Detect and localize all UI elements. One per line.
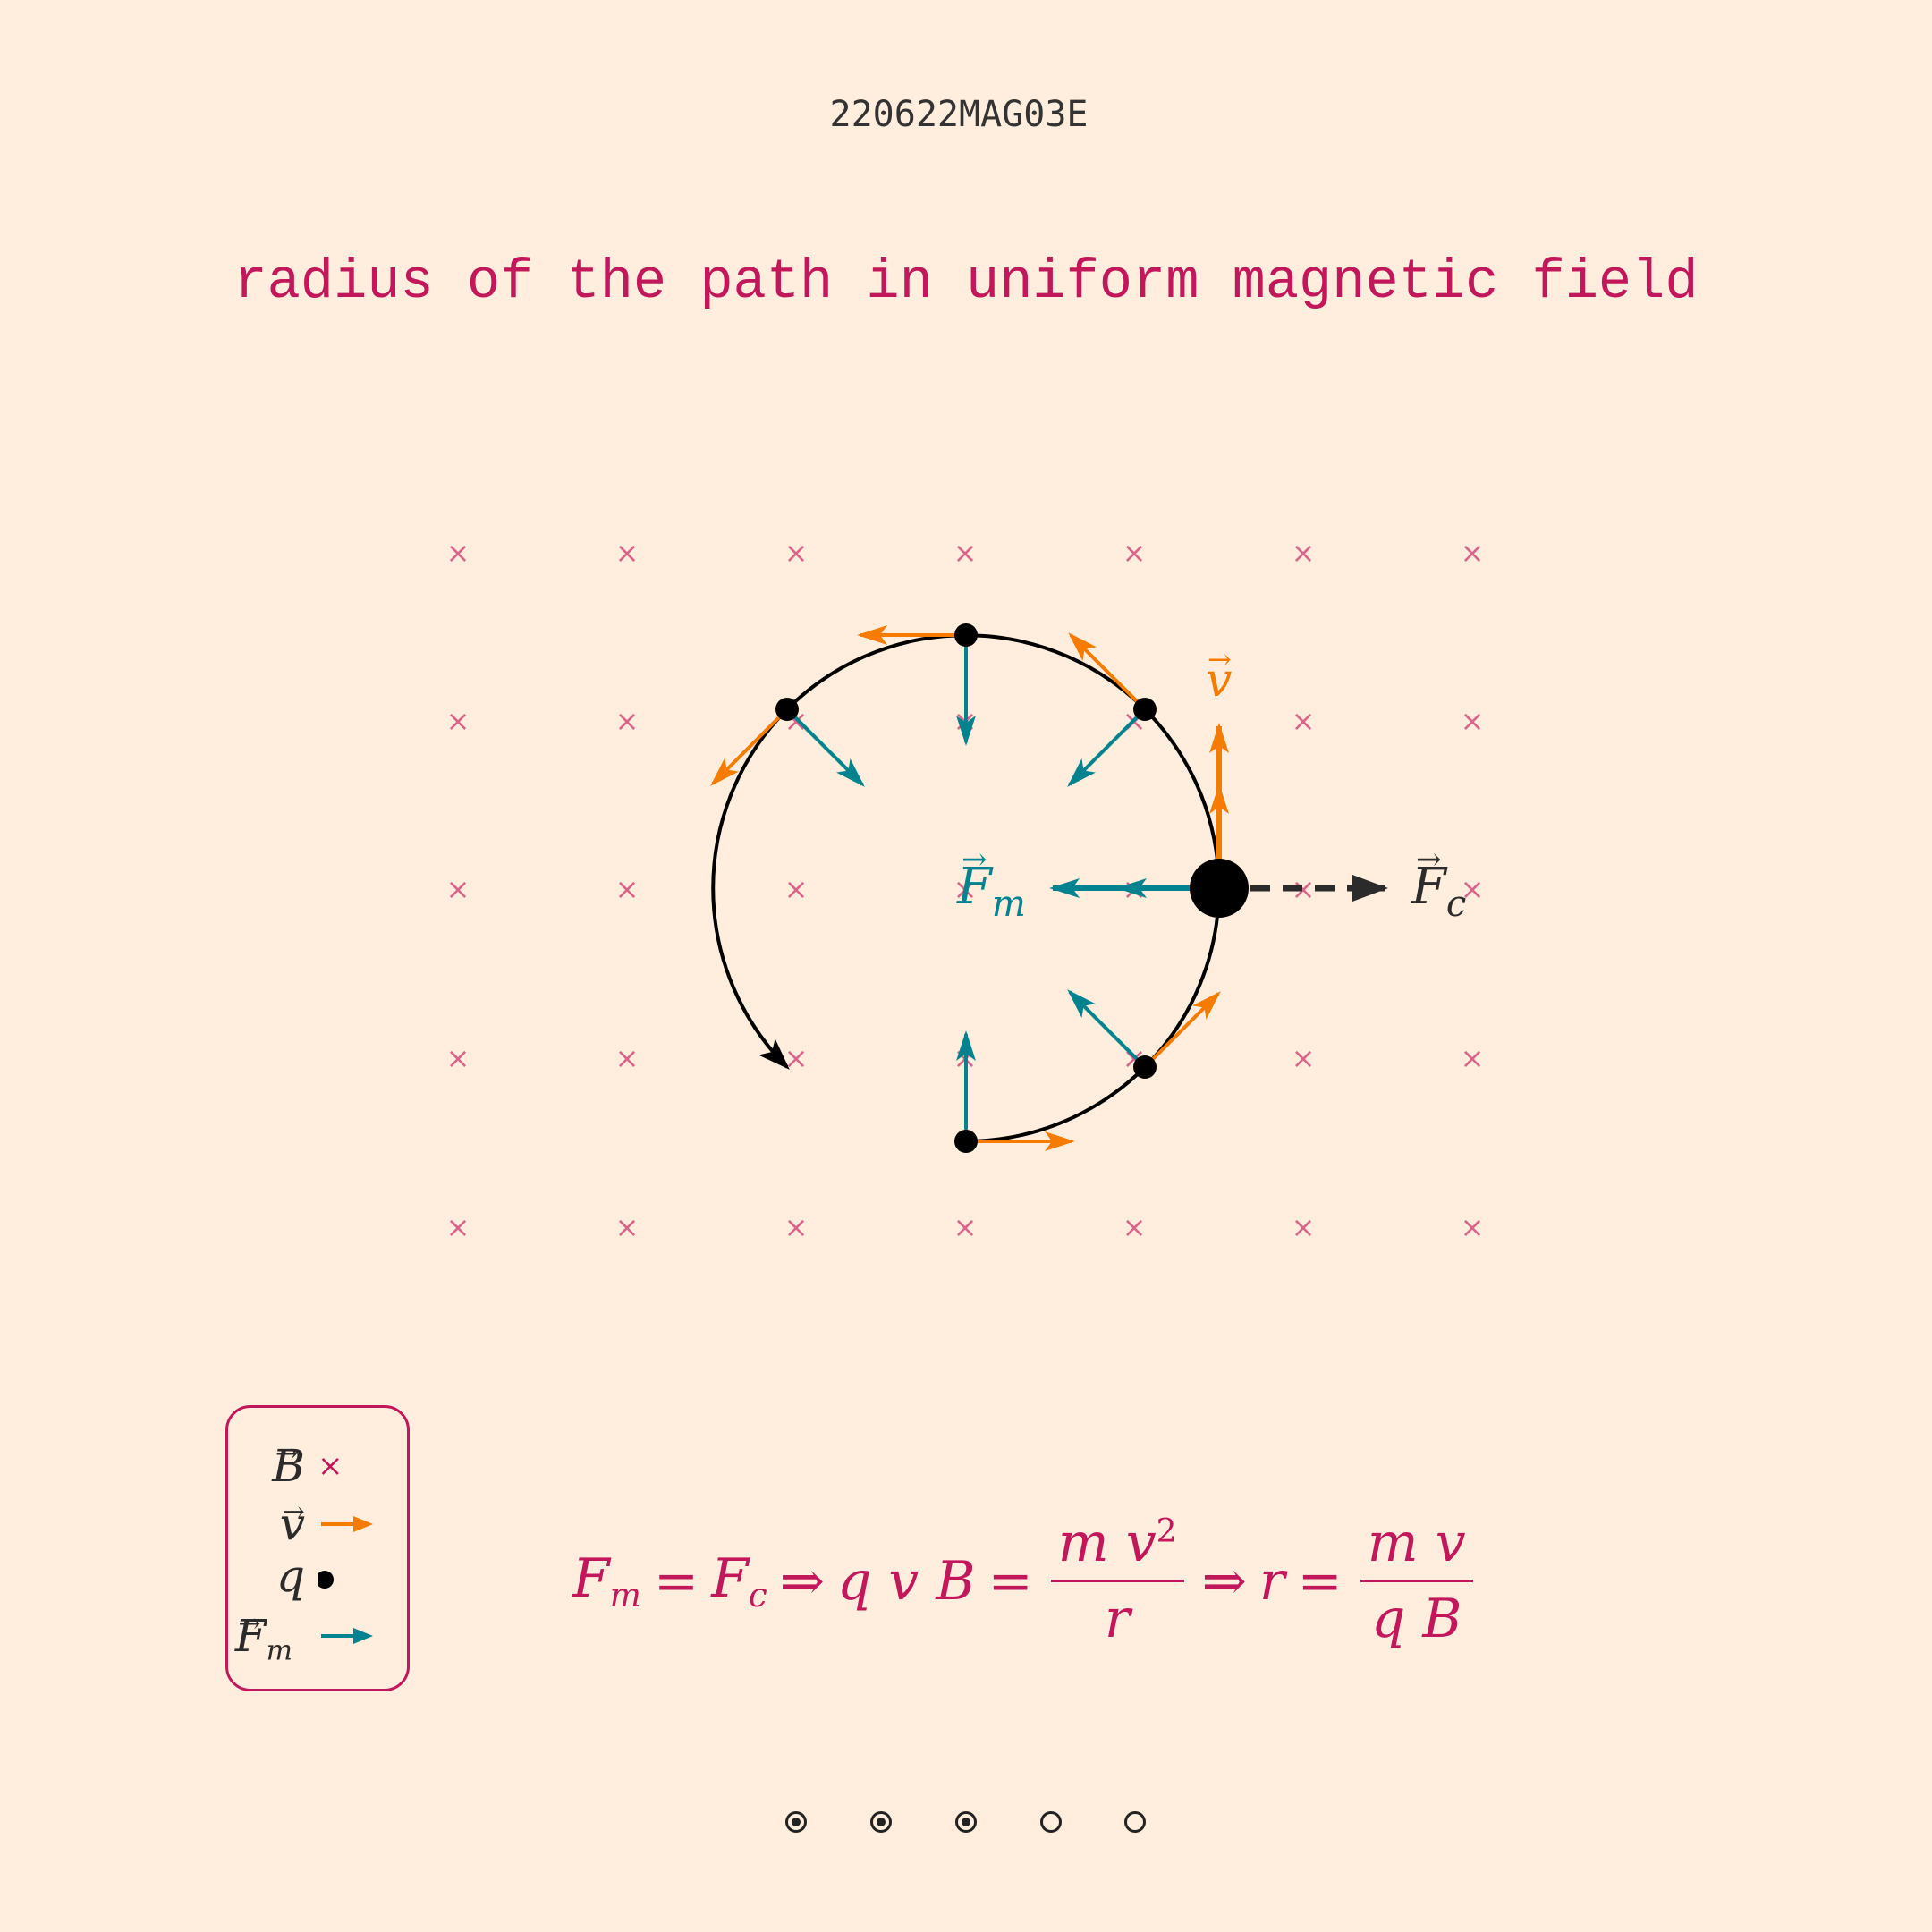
- centripetal-force-label-arrow: →: [1416, 842, 1442, 877]
- pagination: [0, 1807, 1932, 1852]
- legend-force-symbol: → F: [234, 1608, 267, 1662]
- field-mark: ×: [615, 1041, 640, 1075]
- formula-implies2: ⇒: [1201, 1549, 1247, 1613]
- field-mark: ×: [615, 704, 640, 738]
- field-mark: ×: [1292, 1210, 1316, 1244]
- formula-eq2: =: [987, 1549, 1033, 1613]
- legend-velocity-symbol: → v: [279, 1496, 305, 1550]
- field-mark: ×: [1123, 1210, 1147, 1244]
- formula-fm: Fm: [572, 1546, 641, 1615]
- formula-fraction-mv2-r: m v2 r: [1050, 1512, 1184, 1650]
- field-mark: ×: [784, 1210, 809, 1244]
- field-mark: ×: [1461, 1041, 1485, 1075]
- velocity-arrow: [710, 708, 789, 786]
- charge-main: [1190, 859, 1249, 918]
- force-arrow: [1067, 708, 1147, 787]
- force-arrow: [785, 708, 865, 787]
- formula-qvb: q v B: [836, 1549, 976, 1613]
- legend-charge-symbol: q: [275, 1550, 305, 1602]
- field-mark: ×: [1461, 536, 1485, 570]
- page-dot-5[interactable]: [1124, 1811, 1146, 1833]
- legend-row-field: → B ×: [228, 1438, 407, 1493]
- page-dot-3[interactable]: [955, 1811, 977, 1833]
- legend: → B × → v q → Fm: [225, 1405, 410, 1691]
- velocity-arrow: [1143, 991, 1221, 1069]
- page-dot-4[interactable]: [1040, 1811, 1062, 1833]
- legend-row-charge: q: [228, 1549, 407, 1603]
- field-mark: ×: [615, 536, 640, 570]
- field-mark: ×: [1461, 1210, 1485, 1244]
- legend-force-arrow: [321, 1628, 373, 1644]
- radius-formula: Fm = Fc ⇒ q v B = m v2 r ⇒ r = m v q B: [572, 1512, 1479, 1650]
- charge-dot: [1133, 698, 1157, 721]
- formula-eq1: =: [653, 1549, 699, 1613]
- field-mark: ×: [784, 536, 809, 570]
- field-mark: ×: [615, 872, 640, 906]
- legend-row-force: → Fm: [228, 1608, 407, 1666]
- velocity-label-arrow: →: [1208, 642, 1232, 676]
- page-dot-1[interactable]: [785, 1811, 807, 1833]
- formula-r: r: [1258, 1549, 1285, 1613]
- field-mark: ×: [446, 1210, 470, 1244]
- legend-charge-dot: [318, 1571, 334, 1589]
- field-mark: ×: [784, 1041, 809, 1075]
- charge-dot: [775, 698, 799, 721]
- field-mark: ×: [784, 872, 809, 906]
- page-dot-2[interactable]: [870, 1811, 892, 1833]
- field-mark: ×: [953, 1210, 978, 1244]
- formula-fraction-mv-qb: m v q B: [1360, 1512, 1473, 1650]
- field-mark: ×: [1461, 704, 1485, 738]
- field-mark: ×: [446, 536, 470, 570]
- legend-velocity-arrow: [321, 1516, 373, 1532]
- field-mark: ×: [953, 536, 978, 570]
- field-mark: ×: [446, 872, 470, 906]
- legend-field-mark: ×: [318, 1448, 343, 1484]
- formula-implies1: ⇒: [779, 1549, 825, 1613]
- charge-dot: [954, 1130, 978, 1153]
- legend-row-velocity: → v: [228, 1496, 407, 1551]
- field-mark: ×: [1123, 536, 1147, 570]
- charge-dot: [954, 623, 978, 647]
- formula-eq3: =: [1297, 1549, 1343, 1613]
- velocity-arrow: [1068, 632, 1147, 711]
- charge-dot: [1133, 1055, 1157, 1079]
- field-mark: ×: [615, 1210, 640, 1244]
- field-mark: ×: [446, 1041, 470, 1075]
- force-arrow: [1067, 989, 1147, 1069]
- field-mark: ×: [1292, 1041, 1316, 1075]
- formula-fc: Fc: [711, 1546, 767, 1615]
- field-mark: ×: [1292, 536, 1316, 570]
- legend-field-symbol: → B: [272, 1438, 305, 1492]
- field-mark: ×: [446, 704, 470, 738]
- field-mark: ×: [1292, 704, 1316, 738]
- magnetic-force-label-arrow: →: [962, 842, 987, 877]
